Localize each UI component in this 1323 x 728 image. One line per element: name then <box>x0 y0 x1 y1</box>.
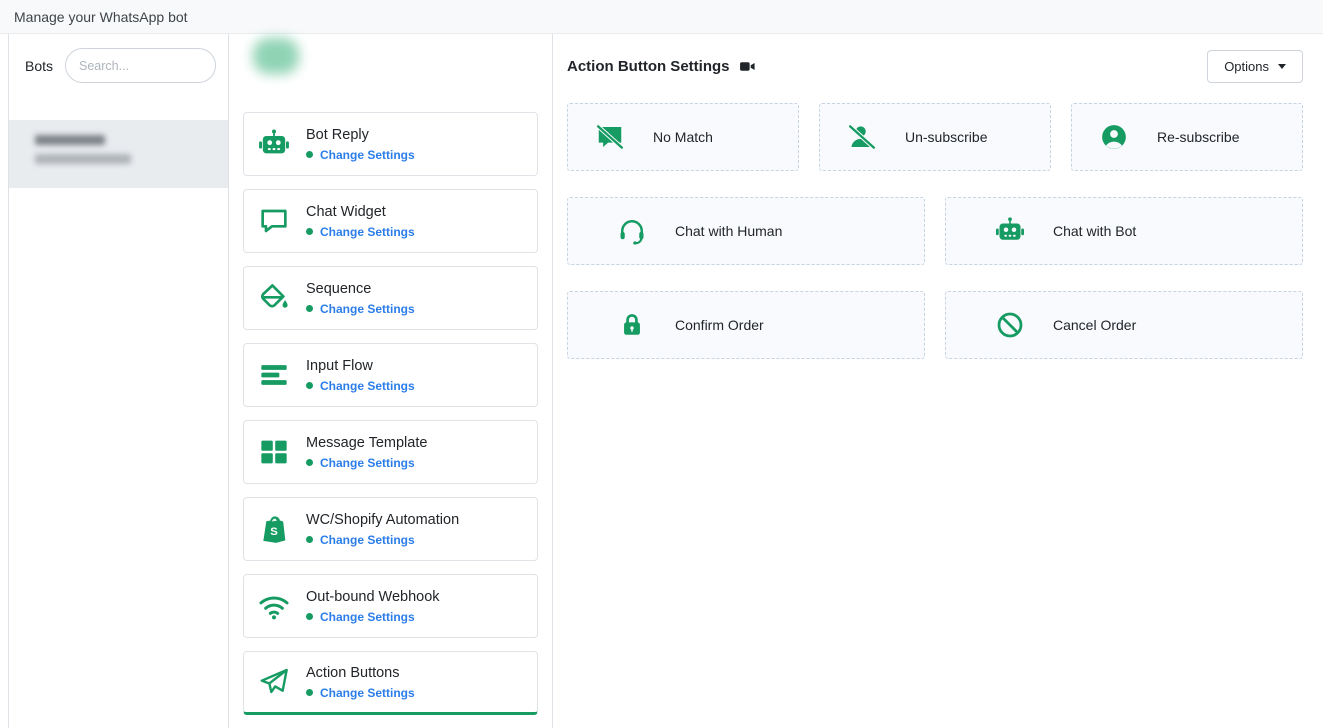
status-dot <box>306 613 313 620</box>
app-root: Manage your WhatsApp bot Bots <box>0 0 1323 728</box>
bots-sidebar-header: Bots <box>9 34 228 95</box>
features-column: Bot Reply Change Settings Chat Widget Ch… <box>229 34 553 728</box>
shopify-icon: S <box>256 511 292 547</box>
feature-card-input-flow[interactable]: Input Flow Change Settings <box>243 343 538 407</box>
action-button-label: Cancel Order <box>1053 317 1136 333</box>
action-button-label: Re-subscribe <box>1157 129 1239 145</box>
action-button-confirm-order[interactable]: Confirm Order <box>567 291 925 359</box>
comment-slash-icon <box>594 121 626 153</box>
status-dot <box>306 459 313 466</box>
feature-card-message-template[interactable]: Message Template Change Settings <box>243 420 538 484</box>
feature-title: Sequence <box>306 281 415 297</box>
feature-title: Bot Reply <box>306 127 415 143</box>
action-button-label: Chat with Bot <box>1053 223 1136 239</box>
action-button-cancel-order[interactable]: Cancel Order <box>945 291 1303 359</box>
status-dot <box>306 536 313 543</box>
status-dot <box>306 689 313 696</box>
action-button-unsubscribe[interactable]: Un-subscribe <box>819 103 1051 171</box>
main-layout: Bots <box>0 34 1323 728</box>
status-dot <box>306 382 313 389</box>
change-settings-link[interactable]: Change Settings <box>320 379 415 393</box>
comment-icon <box>256 203 292 239</box>
change-settings-link[interactable]: Change Settings <box>320 533 415 547</box>
wifi-icon <box>256 588 292 624</box>
options-dropdown-button[interactable]: Options <box>1207 50 1303 83</box>
bot-list-item-selected[interactable] <box>9 120 228 188</box>
redacted-bot-phone <box>35 154 131 164</box>
status-dot <box>306 151 313 158</box>
change-settings-link[interactable]: Change Settings <box>320 456 415 470</box>
robot-icon <box>256 126 292 162</box>
options-label: Options <box>1224 59 1269 74</box>
action-button-no-match[interactable]: No Match <box>567 103 799 171</box>
change-settings-link[interactable]: Change Settings <box>320 686 415 700</box>
page-header: Manage your WhatsApp bot <box>0 0 1323 34</box>
feature-card-action-buttons[interactable]: Action Buttons Change Settings <box>243 651 538 715</box>
user-slash-icon <box>846 121 878 153</box>
action-button-resubscribe[interactable]: Re-subscribe <box>1071 103 1303 171</box>
status-dot <box>306 305 313 312</box>
feature-title: Chat Widget <box>306 204 415 220</box>
status-dot <box>306 228 313 235</box>
bots-panel-title: Bots <box>25 58 53 74</box>
redacted-avatar <box>253 38 299 74</box>
change-settings-link[interactable]: Change Settings <box>320 302 415 316</box>
feature-card-outbound-webhook[interactable]: Out-bound Webhook Change Settings <box>243 574 538 638</box>
action-button-label: No Match <box>653 129 713 145</box>
bot-search-input[interactable] <box>65 48 216 83</box>
chevron-down-icon <box>1278 64 1286 69</box>
user-circle-icon <box>1098 121 1130 153</box>
feature-card-wc-shopify[interactable]: S WC/Shopify Automation Change Settings <box>243 497 538 561</box>
action-buttons-row-2: Chat with Human <box>567 197 1303 265</box>
svg-text:S: S <box>270 526 278 538</box>
page-title: Manage your WhatsApp bot <box>14 9 188 25</box>
change-settings-link[interactable]: Change Settings <box>320 225 415 239</box>
action-buttons-row-1: No Match Un-subscribe <box>567 103 1303 171</box>
paper-plane-icon <box>256 664 292 700</box>
action-button-label: Chat with Human <box>675 223 782 239</box>
grid-icon <box>256 434 292 470</box>
headset-icon <box>616 215 648 247</box>
change-settings-link[interactable]: Change Settings <box>320 610 415 624</box>
feature-card-sequence[interactable]: Sequence Change Settings <box>243 266 538 330</box>
action-button-label: Un-subscribe <box>905 129 987 145</box>
lock-icon <box>616 309 648 341</box>
redacted-bot-name <box>35 135 105 145</box>
ban-icon <box>994 309 1026 341</box>
video-camera-icon[interactable] <box>739 58 756 75</box>
feature-title: Message Template <box>306 435 427 451</box>
feature-title: Out-bound Webhook <box>306 589 440 605</box>
panel-title: Action Button Settings <box>567 58 729 75</box>
feature-title: WC/Shopify Automation <box>306 512 459 528</box>
change-settings-link[interactable]: Change Settings <box>320 148 415 162</box>
feature-title: Input Flow <box>306 358 415 374</box>
action-button-chat-with-human[interactable]: Chat with Human <box>567 197 925 265</box>
robot-icon <box>994 215 1026 247</box>
panel-header: Action Button Settings Options <box>567 49 1303 83</box>
feature-card-bot-reply[interactable]: Bot Reply Change Settings <box>243 112 538 176</box>
action-settings-panel: Action Button Settings Options <box>553 34 1323 728</box>
action-button-chat-with-bot[interactable]: Chat with Bot <box>945 197 1303 265</box>
bots-sidebar: Bots <box>8 34 229 728</box>
feature-card-chat-widget[interactable]: Chat Widget Change Settings <box>243 189 538 253</box>
action-button-label: Confirm Order <box>675 317 764 333</box>
feature-title: Action Buttons <box>306 665 415 681</box>
action-buttons-row-3: Confirm Order Cancel Order <box>567 291 1303 359</box>
bars-icon <box>256 357 292 393</box>
fill-drip-icon <box>256 280 292 316</box>
